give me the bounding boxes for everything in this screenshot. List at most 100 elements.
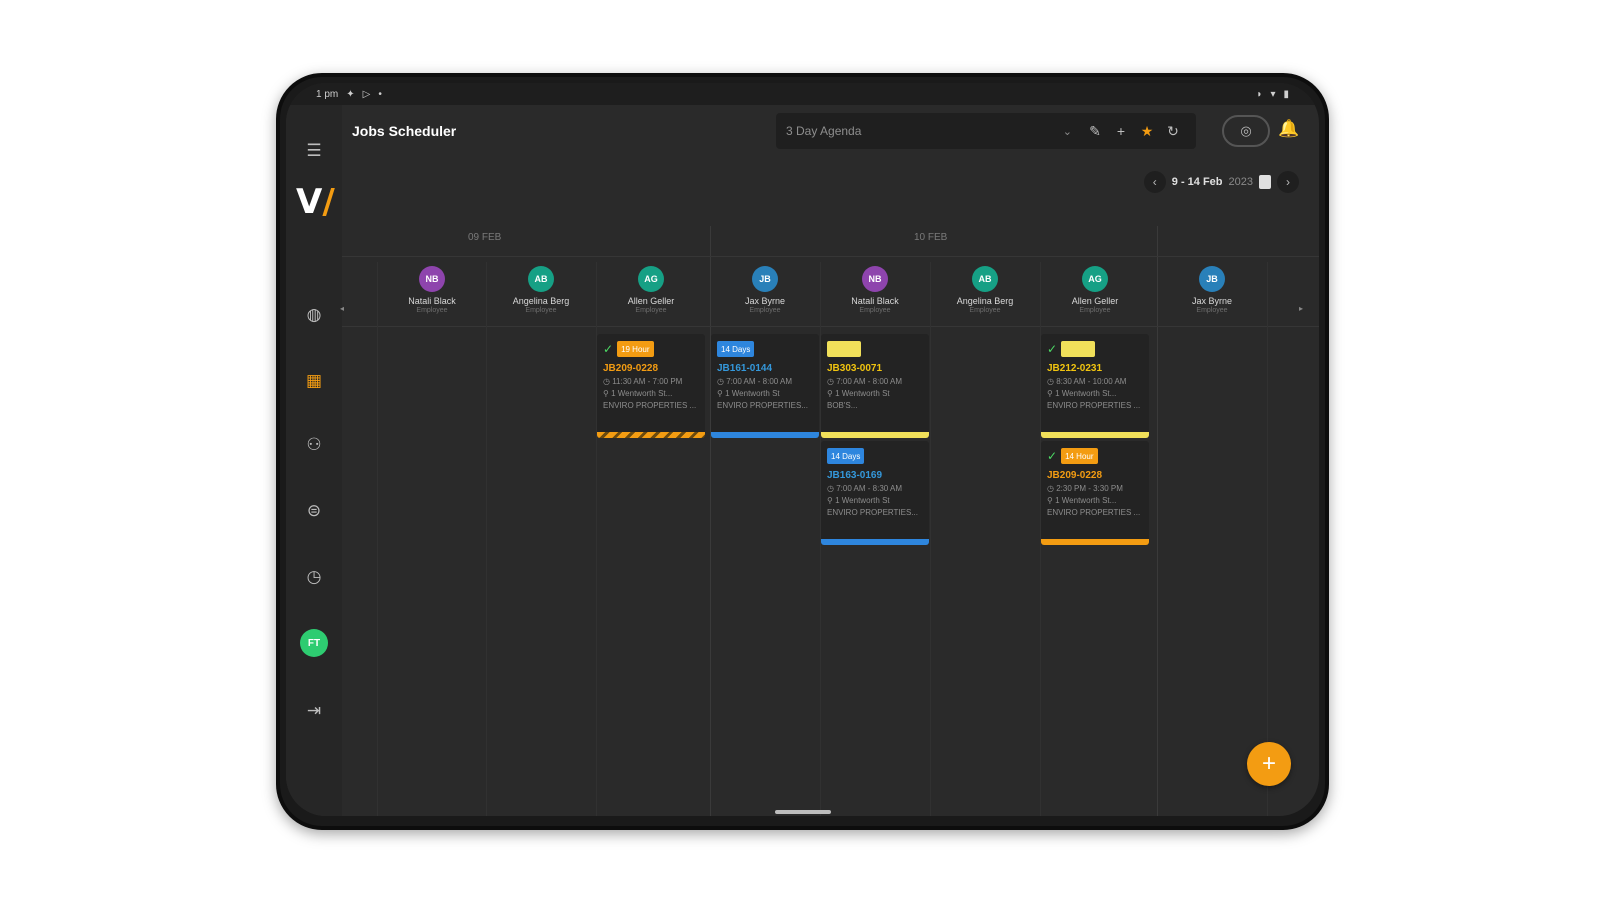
calendar-icon[interactable]: ▦ [300,367,328,395]
day-divider [710,226,711,816]
employee-row-divider [342,326,1319,327]
job-address: ⚲ 1 Wentworth St [827,389,890,398]
employee-header[interactable]: NB Natali Black Employee [820,266,930,314]
job-time-text: 11:30 AM - 7:00 PM [612,377,683,386]
employee-avatar: JB [752,266,778,292]
job-address: ⚲ 1 Wentworth St [717,389,780,398]
plus-icon[interactable]: + [1108,118,1134,144]
job-status-bar [1041,432,1149,438]
check-icon: ✓ [603,342,614,356]
star-icon[interactable]: ★ [1134,118,1160,144]
job-status-bar [597,432,705,438]
chevron-down-icon: ⌄ [1062,125,1072,138]
job-time: ◷ 2:30 PM - 3:30 PM [1047,484,1123,493]
job-id: JB209-0228 [1047,470,1103,481]
job-card[interactable]: ✓ 14 Hour JB209-0228 ◷ 2:30 PM - 3:30 PM… [1041,441,1149,545]
employee-role: Employee [749,307,781,314]
cast-status-icon: ◗ [1256,88,1263,100]
dot-status-icon: • [378,88,382,100]
job-address: ⚲ 1 Wentworth St [827,496,890,505]
logout-icon[interactable]: ⇥ [300,697,328,725]
job-client: ENVIRO PROPERTIES ... [1047,401,1141,410]
clock-icon[interactable]: ◷ [300,563,328,591]
status-bar: 1 pm ✦ ▷ • ◗ ▾ ▮ [286,83,1319,105]
menu-icon[interactable]: ☰ [300,137,328,165]
job-card[interactable]: JB303-0071 ◷ 7:00 AM - 8:00 AM ⚲ 1 Wentw… [821,334,929,438]
job-card[interactable]: ✓ JB212-0231 ◷ 8:30 AM - 10:00 AM ⚲ 1 We… [1041,334,1149,438]
job-id: JB209-0228 [603,363,659,374]
employee-name: Angelina Berg [512,296,570,306]
toggle-button[interactable]: ◎ [1222,115,1270,147]
prev-range-button[interactable]: ‹ [1143,171,1166,193]
pencil-icon[interactable]: ✎ [1082,118,1108,144]
view-select[interactable]: 3 Day Agenda ⌄ ✎ + ★ ↻ [776,113,1196,149]
employee-avatar: AB [972,266,998,292]
day-label: 09 FEB [468,232,502,243]
scheduler-grid: 09 FEB 10 FEB ◂ ▸ NB Natali Black Employ… [340,226,1319,816]
employee-role: Employee [1196,307,1228,314]
toggle-icon: ◎ [1240,123,1252,138]
date-range[interactable]: 9 - 14 Feb [1172,176,1223,188]
job-badge [827,341,861,357]
job-time-text: 2:30 PM - 3:30 PM [1056,484,1123,493]
job-client: ENVIRO PROPERTIES... [717,401,808,410]
job-card[interactable]: 14 Days JB163-0169 ◷ 7:00 AM - 8:30 AM ⚲… [821,441,929,545]
employee-header[interactable]: AG Allen Geller Employee [1040,266,1150,314]
job-id: JB161-0144 [717,363,773,374]
column-divider [1267,262,1268,816]
job-time: ◷ 7:00 AM - 8:30 AM [827,484,903,493]
next-range-button[interactable]: › [1277,171,1299,193]
job-card[interactable]: 14 Days JB161-0144 ◷ 7:00 AM - 8:00 AM ⚲… [711,334,819,438]
employee-name: Allen Geller [627,296,675,306]
scroll-left-icon[interactable]: ◂ [340,304,344,313]
job-badge: 14 Days [827,448,865,464]
employee-header[interactable]: AB Angelina Berg Employee [486,266,596,314]
check-icon: ✓ [1047,449,1058,463]
status-time: 1 pm [316,88,339,100]
job-status-bar [711,432,819,438]
employee-header[interactable]: AG Allen Geller Employee [596,266,706,314]
refresh-icon[interactable]: ↻ [1160,118,1186,144]
job-client: ENVIRO PROPERTIES... [827,508,918,517]
team-icon[interactable]: ⚇ [300,431,328,459]
job-address: ⚲ 1 Wentworth St... [1047,496,1117,505]
money-icon[interactable]: ⊜ [300,497,328,525]
job-time-text: 7:00 AM - 8:00 AM [726,377,793,386]
scroll-right-icon[interactable]: ▸ [1299,304,1303,313]
employee-name: Natali Black [851,296,899,306]
user-avatar[interactable]: FT [300,629,328,657]
job-badge: 14 Days [717,341,755,357]
dashboard-icon[interactable]: ◍ [300,301,328,329]
page-title: Jobs Scheduler [352,123,457,139]
job-time: ◷ 11:30 AM - 7:00 PM [603,377,683,386]
job-id: JB212-0231 [1047,363,1103,374]
job-card[interactable]: ✓ 19 Hour JB209-0228 ◷ 11:30 AM - 7:00 P… [597,334,705,438]
employee-role: Employee [416,307,448,314]
job-badge: 19 Hour [617,341,654,357]
employee-header[interactable]: NB Natali Black Employee [377,266,487,314]
wifi-status-icon: ▾ [1270,88,1276,100]
bell-icon[interactable]: 🔔 [1278,119,1299,139]
employee-header[interactable]: JB Jax Byrne Employee [710,266,820,314]
employee-role: Employee [859,307,891,314]
job-address-text: 1 Wentworth St... [611,389,673,398]
employee-role: Employee [1079,307,1111,314]
job-id: JB163-0169 [827,470,883,481]
column-divider [486,262,487,816]
job-badge: 14 Hour [1061,448,1098,464]
calendar-picker-icon[interactable] [1259,175,1271,189]
job-address: ⚲ 1 Wentworth St... [603,389,673,398]
employee-header[interactable]: AB Angelina Berg Employee [930,266,1040,314]
job-client: ENVIRO PROPERTIES ... [603,401,697,410]
job-time-text: 8:30 AM - 10:00 AM [1056,377,1127,386]
job-time: ◷ 8:30 AM - 10:00 AM [1047,377,1127,386]
home-indicator[interactable] [774,810,831,814]
employee-name: Jax Byrne [744,296,786,306]
add-job-button[interactable]: + [1247,742,1291,786]
job-client: BOB'S... [827,401,858,410]
employee-role: Employee [969,307,1001,314]
date-year: 2023 [1228,176,1253,188]
employee-header[interactable]: JB Jax Byrne Employee [1157,266,1267,314]
job-status-bar [821,432,929,438]
job-time-text: 7:00 AM - 8:00 AM [836,377,903,386]
